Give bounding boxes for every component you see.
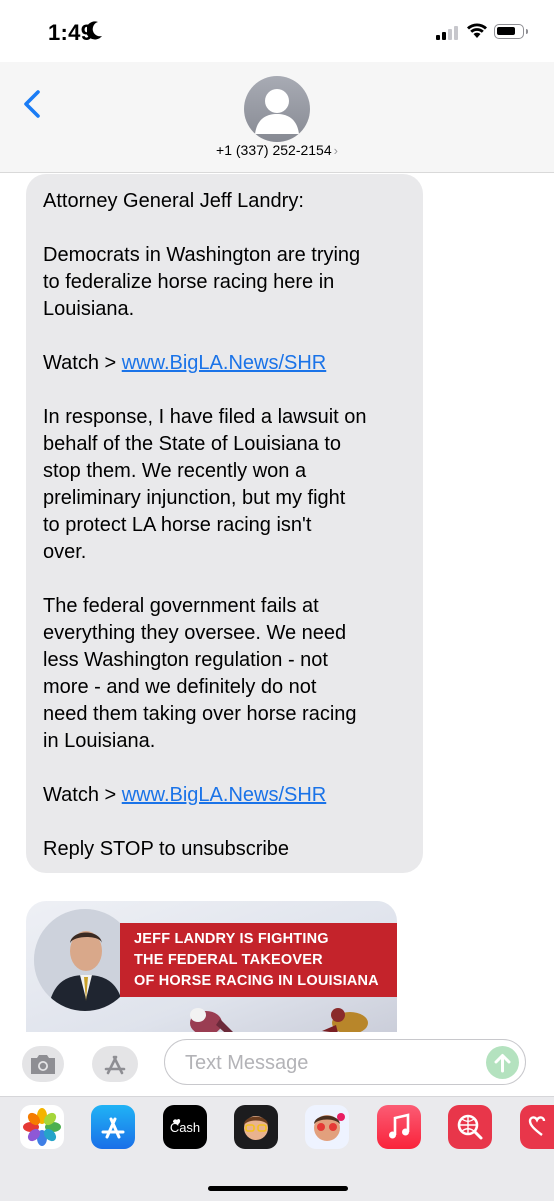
contact-avatar[interactable]: [244, 76, 310, 142]
watch-prefix-2: Watch >: [43, 784, 122, 806]
image-attachment[interactable]: JEFF LANDRY IS FIGHTING THE FEDERAL TAKE…: [26, 901, 397, 1032]
camera-button[interactable]: [22, 1046, 64, 1082]
home-indicator: [208, 1186, 348, 1191]
person-silhouette-icon: [255, 89, 299, 134]
contact-name-row[interactable]: +1 (337) 252-2154 ›: [0, 142, 554, 158]
do-not-disturb-moon-icon: [87, 21, 102, 40]
incoming-message-bubble[interactable]: Attorney General Jeff Landry: Democrats …: [26, 174, 423, 873]
memoji-icon[interactable]: [234, 1105, 278, 1149]
message-paragraph-1: Democrats in Washington are trying to fe…: [43, 244, 361, 320]
apple-cash-label: Cash: [170, 1120, 200, 1135]
cellular-signal-icon: [436, 26, 458, 40]
send-button[interactable]: [486, 1046, 519, 1079]
apple-cash-icon[interactable]: Cash: [163, 1105, 207, 1149]
camera-icon: [31, 1055, 55, 1074]
send-arrow-icon: [494, 1054, 511, 1073]
battery-icon: [494, 24, 528, 39]
contact-number: +1 (337) 252-2154: [216, 142, 332, 158]
web-search-icon[interactable]: [448, 1105, 492, 1149]
memoji-stickers-icon[interactable]: [305, 1105, 349, 1149]
watch-prefix: Watch >: [43, 352, 122, 374]
photos-icon[interactable]: [20, 1105, 64, 1149]
message-paragraph-3: The federal government fails at everythi…: [43, 595, 357, 752]
message-list[interactable]: Attorney General Jeff Landry: Democrats …: [0, 172, 554, 1032]
back-chevron-icon[interactable]: [18, 84, 48, 124]
wifi-icon: [467, 23, 487, 38]
app-store-drawer-button[interactable]: [92, 1046, 138, 1082]
headline-banner: JEFF LANDRY IS FIGHTING THE FEDERAL TAKE…: [120, 923, 397, 997]
conversation-header: +1 (337) 252-2154 ›: [0, 62, 554, 173]
contact-chevron-icon: ›: [333, 143, 338, 158]
message-text-field[interactable]: [164, 1039, 526, 1085]
status-bar: 1:49: [0, 0, 554, 62]
message-watch-line-2: Watch > www.BigLA.News/SHR: [43, 782, 409, 809]
message-watch-line-1: Watch > www.BigLA.News/SHR: [43, 350, 409, 377]
jockey-figure-right: [322, 1008, 368, 1032]
compose-bar: [0, 1032, 554, 1096]
watch-link-2[interactable]: www.BigLA.News/SHR: [122, 784, 327, 806]
message-input[interactable]: [183, 1048, 467, 1078]
message-intro: Attorney General Jeff Landry:: [43, 190, 304, 212]
headline-line-1: JEFF LANDRY IS FIGHTING: [134, 931, 329, 947]
app-store-glyph-icon: [104, 1055, 126, 1075]
imessage-app-drawer: Cash: [0, 1096, 554, 1201]
headline-text: JEFF LANDRY IS FIGHTING THE FEDERAL TAKE…: [134, 929, 379, 992]
headline-line-2: THE FEDERAL TAKEOVER: [134, 952, 323, 968]
music-icon[interactable]: [377, 1105, 421, 1149]
app-store-icon[interactable]: [91, 1105, 135, 1149]
digital-touch-icon[interactable]: [520, 1105, 554, 1149]
headline-line-3: OF HORSE RACING IN LOUISIANA: [134, 973, 379, 989]
message-paragraph-2: In response, I have filed a lawsuit on b…: [43, 406, 367, 563]
jockey-figure-left: [190, 1008, 233, 1032]
watch-link-1[interactable]: www.BigLA.News/SHR: [122, 352, 327, 374]
message-unsubscribe: Reply STOP to unsubscribe: [43, 838, 290, 860]
